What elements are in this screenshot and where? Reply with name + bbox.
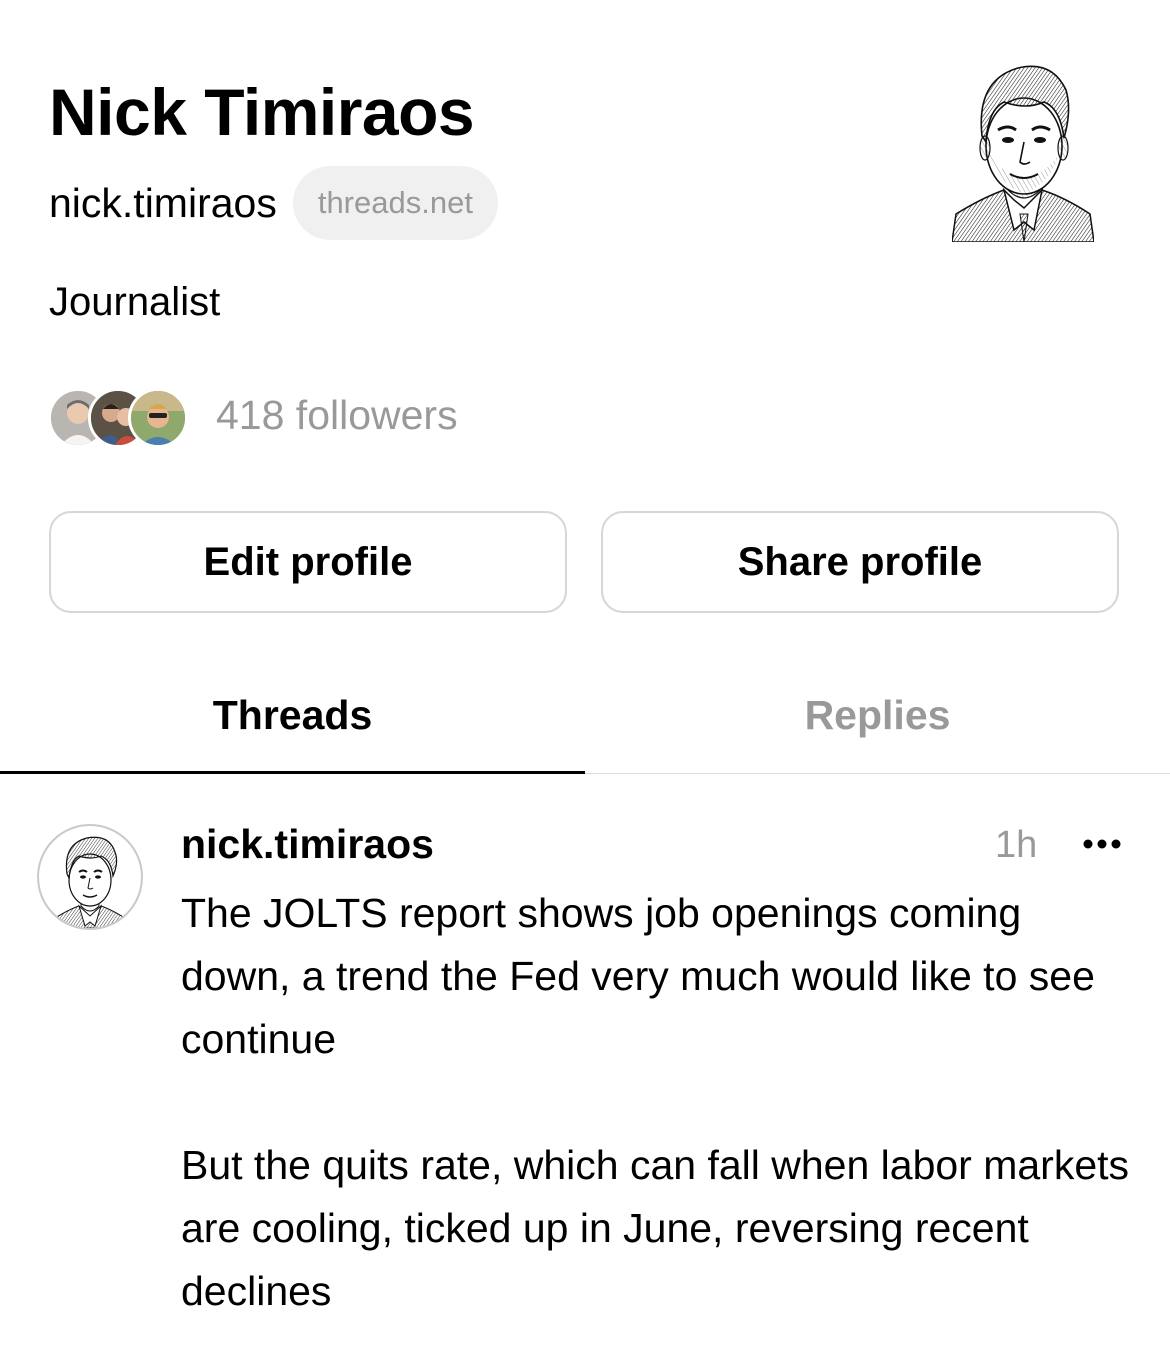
active-tab-indicator: [0, 771, 585, 774]
post-author-avatar[interactable]: [37, 824, 143, 930]
post-body: The JOLTS report shows job openings comi…: [181, 882, 1141, 1323]
share-profile-button[interactable]: Share profile: [601, 511, 1119, 613]
post-author[interactable]: nick.timiraos: [181, 818, 434, 870]
post-paragraph: But the quits rate, which can fall when …: [181, 1142, 1130, 1314]
tab-threads[interactable]: Threads: [0, 680, 585, 750]
post-timestamp: 1h: [995, 824, 1038, 866]
profile-avatar[interactable]: [951, 50, 1095, 243]
post-paragraph: The JOLTS report shows job openings comi…: [181, 890, 1095, 1062]
profile-handle: nick.timiraos: [49, 180, 277, 226]
follower-avatar: [128, 388, 188, 448]
followers-count[interactable]: 418 followers: [216, 386, 458, 444]
follower-avatars: [48, 386, 188, 448]
followers-row[interactable]: 418 followers: [48, 386, 458, 448]
more-options-icon[interactable]: [1082, 836, 1122, 852]
handle-row: nick.timiraos threads.net: [49, 166, 498, 240]
domain-badge[interactable]: threads.net: [292, 166, 498, 240]
portrait-illustration: [48, 836, 132, 928]
tab-replies[interactable]: Replies: [585, 680, 1170, 750]
portrait-illustration: [951, 65, 1095, 243]
profile-name: Nick Timiraos: [49, 75, 475, 149]
profile-bio: Journalist: [49, 280, 221, 324]
edit-profile-button[interactable]: Edit profile: [49, 511, 567, 613]
